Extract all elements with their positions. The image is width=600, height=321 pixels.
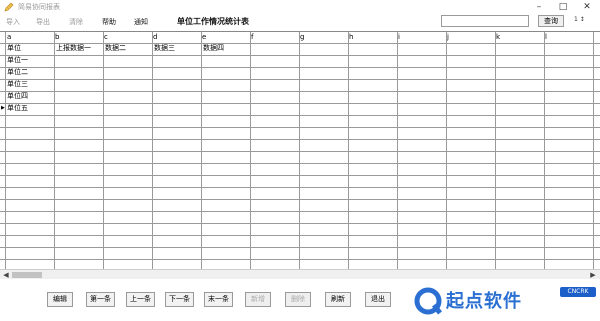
menu-import[interactable]: 导入 (6, 17, 20, 27)
table-cell[interactable]: 单位 (7, 43, 21, 54)
table-cell[interactable]: 数据二 (105, 43, 126, 54)
title-bar: 简易协同报表 – □ ✕ (0, 0, 600, 14)
table-cell[interactable]: 数据四 (203, 43, 224, 54)
report-title: 单位工作情况统计表 (177, 17, 249, 26)
watermark-badge: CNCRK (560, 287, 596, 297)
col-header-c[interactable]: c (104, 32, 108, 43)
close-icon[interactable]: ✕ (575, 0, 599, 14)
menu-clear[interactable]: 清除 (69, 17, 83, 27)
first-record-button[interactable]: 第一条 (86, 292, 115, 307)
watermark-swirl-icon (414, 287, 442, 315)
row-label[interactable]: 单位五 (7, 103, 28, 114)
row-label[interactable]: 单位一 (7, 55, 28, 66)
query-button[interactable]: 查询 (538, 15, 564, 27)
refresh-button[interactable]: 刷新 (325, 292, 351, 307)
scroll-thumb[interactable] (12, 272, 42, 278)
pencil-icon (4, 2, 14, 12)
last-record-button[interactable]: 末一条 (204, 292, 233, 307)
delete-button[interactable]: 删除 (285, 292, 311, 307)
data-grid[interactable]: a b c d e f g h i j k l 单位 上报数据一 数据二 数据三… (0, 31, 600, 269)
table-cell[interactable]: 数据三 (154, 43, 175, 54)
page-indicator[interactable]: 1 ↕ (574, 16, 585, 23)
col-header-d[interactable]: d (153, 32, 157, 43)
exit-button[interactable]: 退出 (365, 292, 391, 307)
grid-lines (0, 32, 600, 269)
col-header-h[interactable]: h (349, 32, 353, 43)
watermark-text: 起点软件 (446, 291, 522, 312)
row-label[interactable]: 单位三 (7, 79, 28, 90)
col-header-i[interactable]: i (398, 32, 400, 43)
menu-help[interactable]: 帮助 (102, 17, 116, 27)
table-cell[interactable]: 上报数据一 (56, 43, 91, 54)
next-record-button[interactable]: 下一条 (165, 292, 194, 307)
col-header-g[interactable]: g (300, 32, 304, 43)
prev-record-button[interactable]: 上一条 (126, 292, 155, 307)
app-window: 简易协同报表 – □ ✕ 导入 导出 清除 帮助 通知 单位工作情况统计表 查询… (0, 0, 600, 321)
row-label[interactable]: 单位二 (7, 67, 28, 78)
row-label[interactable]: 单位四 (7, 91, 28, 102)
col-header-l[interactable]: l (545, 32, 547, 43)
col-header-a[interactable]: a (7, 32, 11, 43)
maximize-icon[interactable]: □ (551, 0, 575, 14)
add-button[interactable]: 新增 (245, 292, 271, 307)
col-header-j[interactable]: j (447, 32, 449, 43)
col-header-e[interactable]: e (202, 32, 206, 43)
search-input[interactable] (441, 15, 529, 27)
window-title: 简易协同报表 (18, 3, 60, 11)
col-header-k[interactable]: k (496, 32, 500, 43)
current-row-arrow-icon: ▶ (1, 105, 5, 111)
edit-button[interactable]: 编辑 (47, 292, 73, 307)
menu-notify[interactable]: 通知 (134, 17, 148, 27)
minimize-icon[interactable]: – (527, 0, 551, 14)
col-header-b[interactable]: b (55, 32, 59, 43)
scroll-right-icon[interactable]: ▶ (588, 270, 598, 280)
menu-export[interactable]: 导出 (36, 17, 50, 27)
watermark-logo: 起点软件 CNCRK (410, 283, 600, 321)
horizontal-scrollbar[interactable]: ◀ ▶ (0, 269, 600, 279)
col-header-f[interactable]: f (251, 32, 253, 43)
scroll-left-icon[interactable]: ◀ (1, 270, 11, 280)
